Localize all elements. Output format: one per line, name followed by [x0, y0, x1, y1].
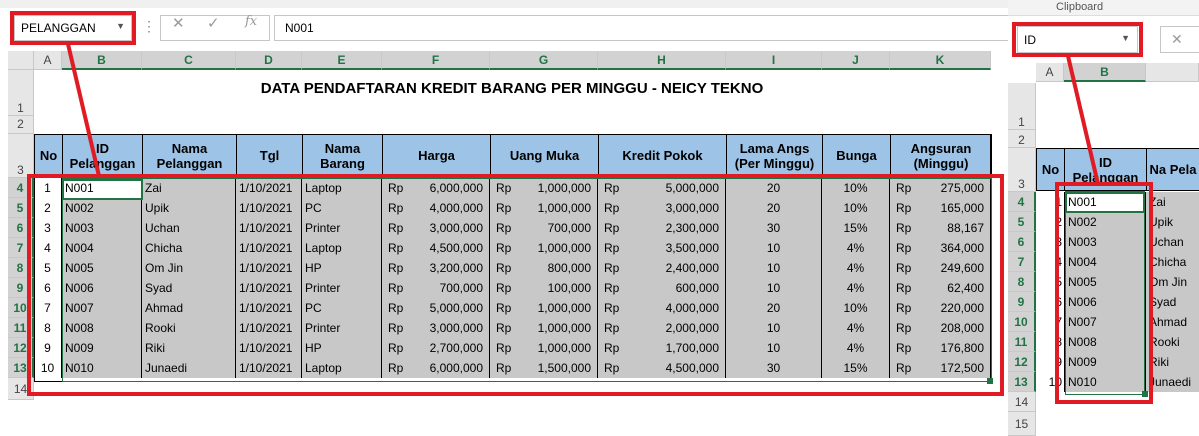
side-row-header-13[interactable]: 13 [1008, 372, 1036, 392]
side-row-header-1[interactable]: 1 [1008, 83, 1036, 130]
side-name-cell[interactable]: Syad [1146, 292, 1199, 312]
column-header-j[interactable]: J [822, 51, 890, 70]
side-row-header-6[interactable]: 6 [1008, 232, 1036, 252]
column-header-i[interactable]: I [726, 51, 822, 70]
side-row-header-2[interactable]: 2 [1008, 130, 1036, 148]
row-header-1[interactable]: 1 [8, 70, 34, 116]
side-ribbon-strip [1008, 0, 1199, 16]
column-header-d[interactable]: D [236, 51, 302, 70]
side-row-header-12[interactable]: 12 [1008, 352, 1036, 372]
row-header-2[interactable]: 2 [8, 116, 34, 134]
select-all-corner[interactable] [8, 51, 34, 70]
more-options-icon[interactable]: ⋮ [142, 18, 156, 35]
column-header-a[interactable]: A [34, 51, 62, 70]
enter-icon[interactable]: ✓ [207, 14, 220, 32]
side-row-header-5[interactable]: 5 [1008, 212, 1036, 232]
side-name-cell[interactable]: Junaedi [1146, 372, 1199, 392]
insert-function-icon[interactable]: fx [245, 14, 257, 29]
side-name-cell[interactable]: Chicha [1146, 252, 1199, 272]
side-name-cell[interactable]: Zai [1146, 192, 1199, 212]
column-header-h[interactable]: H [598, 51, 726, 70]
highlight-side-name-box [1012, 22, 1143, 57]
side-sheet-window: Clipboard ID ▼ ✕ AB 1 2 3 4 5 6 7 8 9 10 11 12 13 14 1… [1008, 0, 1199, 436]
side-name-cell[interactable]: Upik [1146, 212, 1199, 232]
formula-value: N001 [285, 21, 314, 35]
column-header-k[interactable]: K [890, 51, 991, 70]
side-column-header-b[interactable]: B [1064, 63, 1146, 82]
side-row-header-15[interactable]: 15 [1008, 412, 1036, 436]
side-row-header-10[interactable]: 10 [1008, 312, 1036, 332]
highlight-name-box [10, 11, 136, 45]
clipboard-label: Clipboard [1056, 1, 1104, 13]
formula-input[interactable]: N001 [274, 15, 1014, 41]
sheet-title: DATA PENDAFTARAN KREDIT BARANG PER MINGG… [260, 80, 764, 97]
side-name-cell[interactable]: Ahmad [1146, 312, 1199, 332]
side-cancel-icon[interactable]: ✕ [1160, 26, 1199, 53]
side-table-header-cell: Na Pela [1146, 148, 1199, 191]
column-header-e[interactable]: E [302, 51, 382, 70]
side-name-cell[interactable]: Rooki [1146, 332, 1199, 352]
side-row-header-8[interactable]: 8 [1008, 272, 1036, 292]
column-header-f[interactable]: F [382, 51, 490, 70]
side-name-cell[interactable]: Riki [1146, 352, 1199, 372]
column-header-g[interactable]: G [490, 51, 598, 70]
side-row-header-11[interactable]: 11 [1008, 332, 1036, 352]
side-row-header-9[interactable]: 9 [1008, 292, 1036, 312]
side-name-cell[interactable]: Uchan [1146, 232, 1199, 252]
side-row-header-14[interactable]: 14 [1008, 392, 1036, 412]
side-column-header-c[interactable] [1146, 63, 1199, 82]
top-strip [0, 0, 1008, 8]
side-row-header-3[interactable]: 3 [1008, 148, 1036, 192]
cancel-icon[interactable]: ✕ [172, 14, 185, 32]
column-header-b[interactable]: B [62, 51, 142, 70]
highlight-side-id-column [1055, 182, 1153, 404]
side-column-header-a[interactable]: A [1036, 63, 1064, 82]
column-header-c[interactable]: C [142, 51, 236, 70]
row-header-3[interactable]: 3 [8, 134, 34, 178]
side-row-header-4[interactable]: 4 [1008, 192, 1036, 212]
highlight-data-range [27, 174, 1004, 396]
side-row-header-7[interactable]: 7 [1008, 252, 1036, 272]
side-name-cell[interactable]: Om Jin [1146, 272, 1199, 292]
